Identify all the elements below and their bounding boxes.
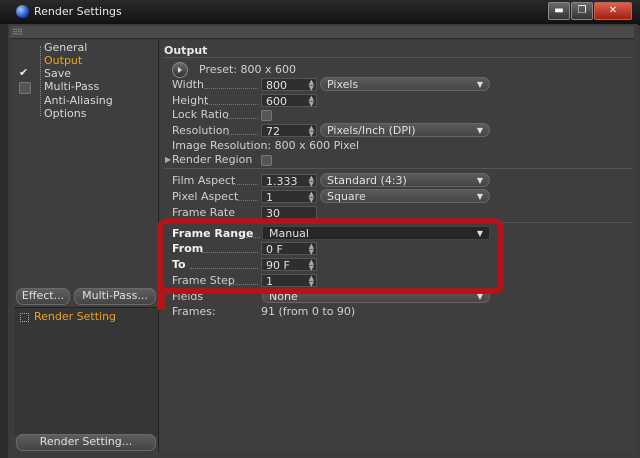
maximize-button[interactable]: ❐ (571, 2, 593, 20)
render-setting-icon (20, 313, 29, 322)
divider (164, 168, 632, 169)
film-aspect-dropdown[interactable]: Standard (4:3) ▼ (320, 173, 490, 187)
chevron-down-icon: ▼ (476, 126, 483, 135)
image-resolution-text: Image Resolution: 800 x 600 Pixel (172, 139, 360, 152)
spinner-icon[interactable]: ▲ ▼ (309, 79, 314, 92)
preset-label: Preset: 800 x 600 (199, 63, 296, 76)
pixel-aspect-input[interactable]: 1 ▲ ▼ (261, 190, 317, 204)
sidebar-item-save[interactable]: Save (44, 67, 71, 80)
spinner-icon[interactable]: ▲ ▼ (309, 191, 314, 204)
dots (226, 134, 258, 135)
dots (204, 88, 258, 89)
annotation-highlight (157, 218, 504, 294)
window-title: Render Settings (34, 5, 122, 18)
pixel-aspect-value: 1 (266, 191, 273, 204)
dots (226, 118, 258, 119)
spinner-icon[interactable]: ▲ ▼ (309, 95, 314, 108)
sidebar-item-general[interactable]: General (44, 41, 87, 54)
width-unit-dropdown[interactable]: Pixels ▼ (320, 77, 490, 91)
annotation-highlight-tail (157, 286, 165, 310)
resolution-unit-dropdown[interactable]: Pixels/Inch (DPI) ▼ (320, 123, 490, 137)
grip-icon[interactable]: ⠿⠿ (12, 28, 23, 37)
dots (236, 200, 258, 201)
lock-ratio-label: Lock Ratio (172, 108, 229, 121)
width-unit-value: Pixels (327, 78, 359, 91)
spinner-icon[interactable]: ▲ ▼ (309, 125, 314, 138)
toolbar-strip (10, 26, 634, 39)
pixel-aspect-label: Pixel Aspect (172, 190, 239, 203)
render-setting-list (14, 307, 158, 436)
frames-value: 91 (from 0 to 90) (261, 305, 356, 318)
width-input[interactable]: 800 ▲ ▼ (261, 78, 317, 92)
film-aspect-label: Film Aspect (172, 174, 236, 187)
pixel-aspect-dropdown[interactable]: Square ▼ (320, 189, 490, 203)
multipass-checkbox[interactable] (19, 82, 31, 94)
app-icon (16, 5, 29, 18)
render-setting-button[interactable]: Render Setting... (16, 434, 156, 451)
chevron-down-icon: ▼ (476, 80, 483, 89)
sidebar-item-output[interactable]: Output (44, 54, 82, 67)
dots (204, 104, 258, 105)
close-button[interactable]: ✕ (594, 2, 632, 20)
tree-line (40, 46, 41, 116)
sidebar-item-multi-pass[interactable]: Multi-Pass (44, 80, 99, 93)
chevron-down-icon: ▼ (476, 192, 483, 201)
expand-arrow-icon[interactable]: ▶ (165, 155, 171, 164)
effect-button[interactable]: Effect... (16, 288, 70, 305)
window-edge (0, 24, 8, 458)
resolution-label: Resolution (172, 124, 230, 137)
frames-label: Frames: (172, 305, 216, 318)
sidebar-item-options[interactable]: Options (44, 107, 86, 120)
resolution-unit-value: Pixels/Inch (DPI) (327, 124, 416, 137)
multi-pass-button[interactable]: Multi-Pass... (74, 288, 156, 305)
width-value: 800 (266, 79, 287, 92)
save-checkbox[interactable] (19, 66, 29, 79)
resolution-input[interactable]: 72 ▲ ▼ (261, 124, 317, 138)
divider (164, 57, 632, 58)
lock-ratio-checkbox[interactable] (261, 110, 272, 121)
title-bar: Render Settings ▬ ❐ ✕ (0, 0, 640, 25)
pixel-aspect-option: Square (327, 190, 366, 203)
height-label: Height (172, 94, 209, 107)
film-aspect-input[interactable]: 1.333 ▲ ▼ (261, 174, 317, 188)
spinner-icon[interactable]: ▲ ▼ (309, 175, 314, 188)
width-label: Width (172, 78, 204, 91)
resolution-value: 72 (266, 125, 280, 138)
render-region-checkbox[interactable] (261, 155, 272, 166)
minimize-button[interactable]: ▬ (548, 2, 570, 20)
height-input[interactable]: 600 ▲ ▼ (261, 94, 317, 108)
chevron-down-icon: ▼ (476, 176, 483, 185)
render-region-label: Render Region (172, 153, 253, 166)
section-title: Output (164, 44, 208, 57)
dots (232, 184, 258, 185)
sidebar-item-anti-aliasing[interactable]: Anti-Aliasing (44, 94, 113, 107)
film-aspect-value: 1.333 (266, 175, 298, 188)
render-setting-item[interactable]: Render Setting (34, 310, 116, 323)
film-aspect-option: Standard (4:3) (327, 174, 407, 187)
preset-play-icon[interactable] (172, 62, 188, 78)
height-value: 600 (266, 95, 287, 108)
